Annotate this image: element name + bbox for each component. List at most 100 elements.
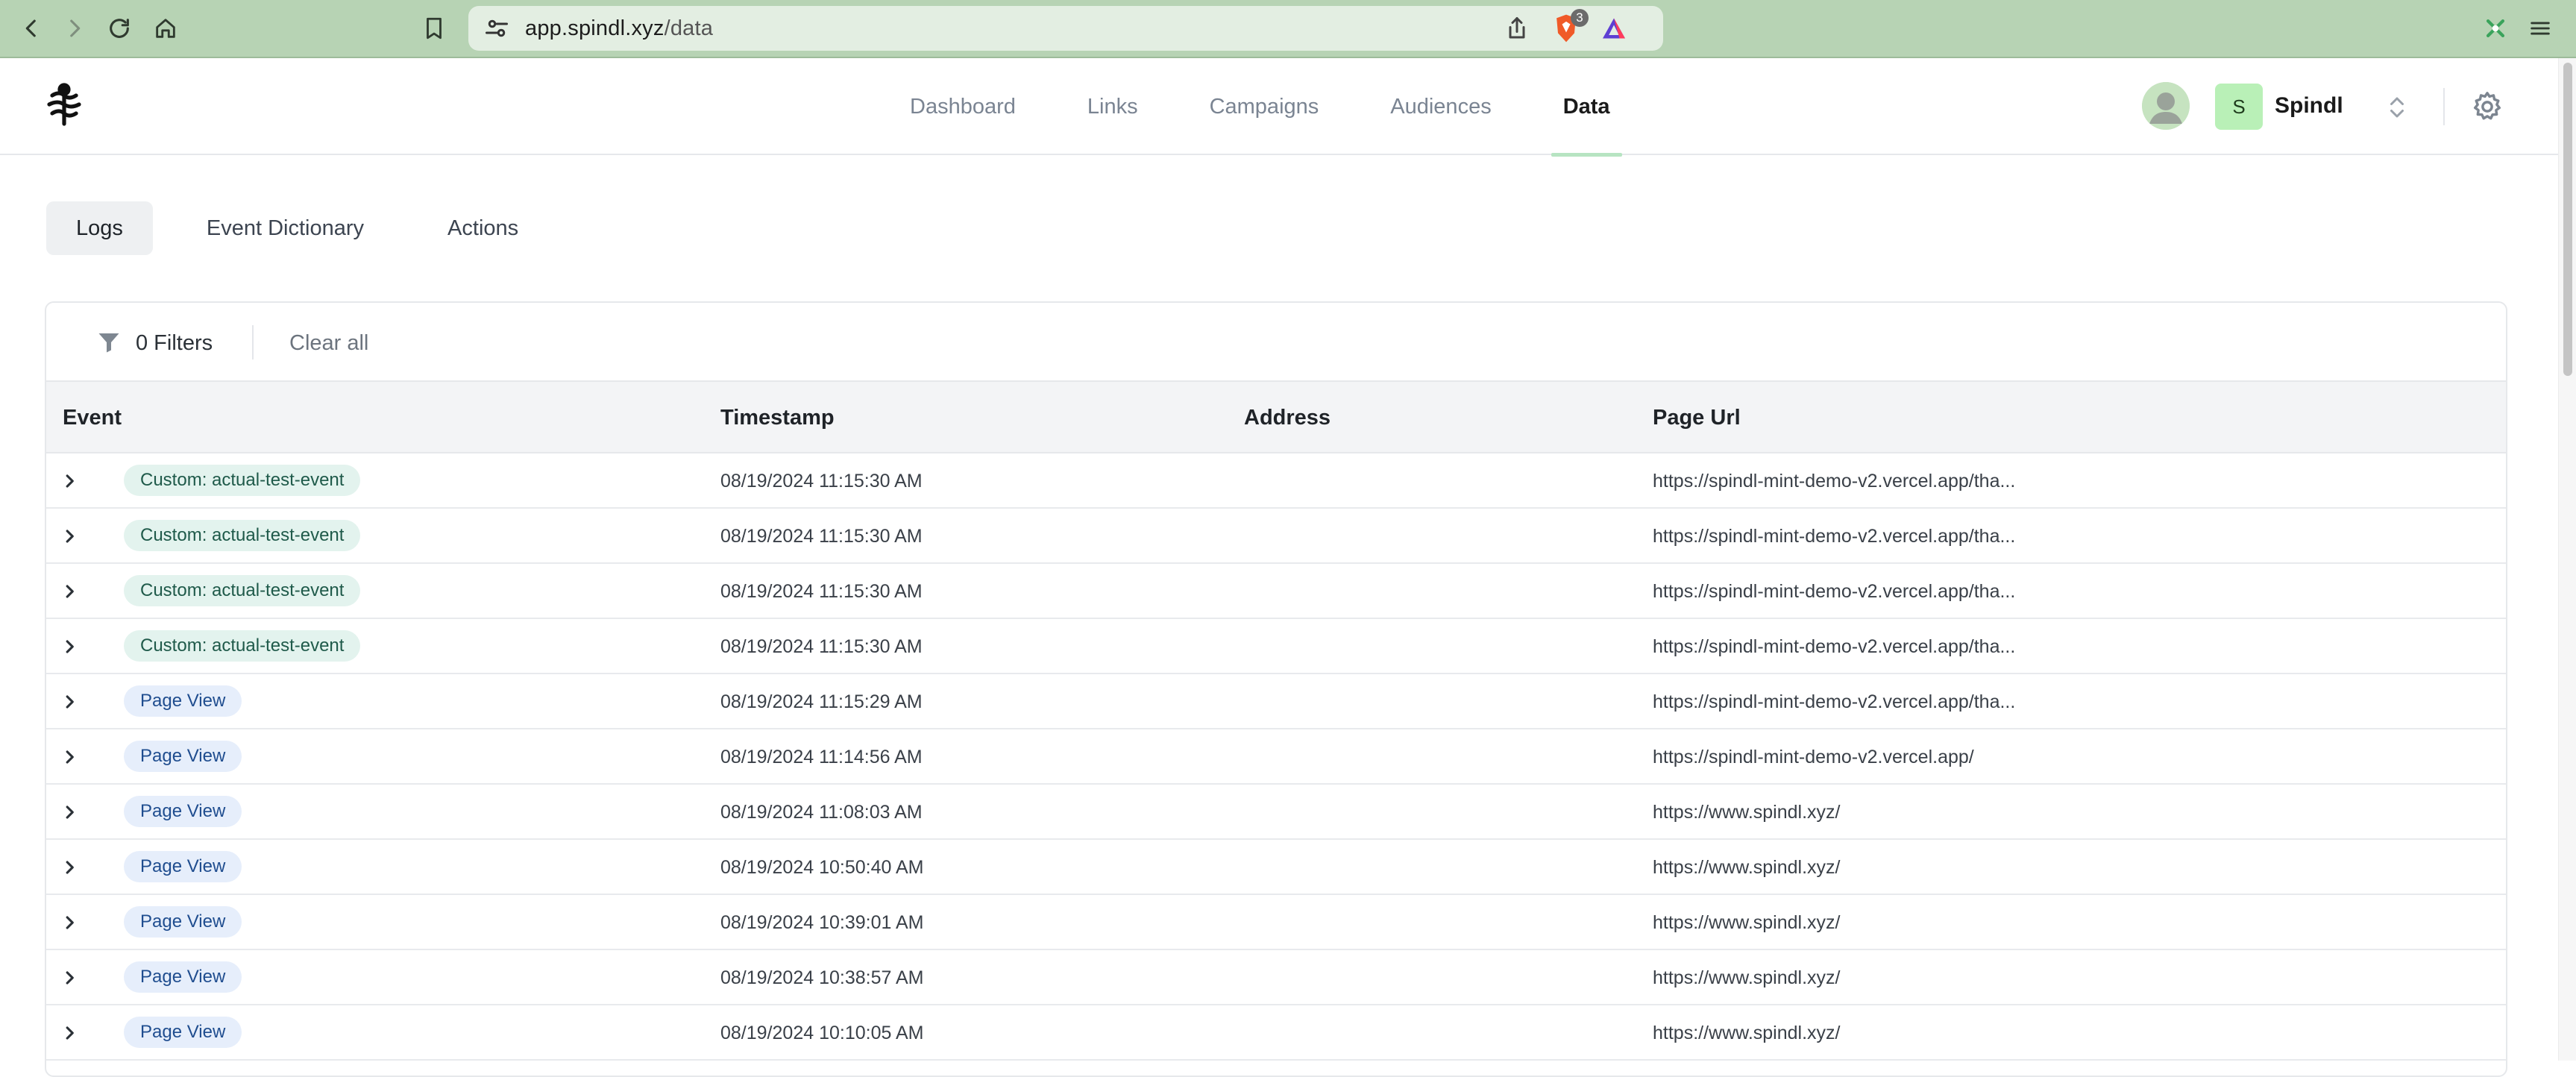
table-row[interactable]: Custom: actual-test-event 08/19/2024 11:1… xyxy=(46,509,2506,564)
reload-icon[interactable] xyxy=(101,10,137,46)
column-header-event[interactable]: Event xyxy=(63,403,122,433)
expand-chevron-icon[interactable] xyxy=(57,689,82,715)
forward-icon[interactable] xyxy=(57,10,92,46)
scrollbar-thumb[interactable] xyxy=(2563,63,2572,376)
timestamp-cell: 08/19/2024 11:15:30 AM xyxy=(720,471,923,492)
table-row[interactable]: Page View 08/19/2024 10:10:05 AM https://w… xyxy=(46,1005,2506,1061)
expand-chevron-icon[interactable] xyxy=(57,800,82,825)
table-row[interactable]: Page View 08/19/2024 10:38:57 AM https://w… xyxy=(46,950,2506,1005)
expand-chevron-icon[interactable] xyxy=(57,744,82,770)
filter-count-button[interactable]: 0 Filters xyxy=(136,330,213,357)
user-avatar[interactable] xyxy=(2142,82,2190,130)
nav-dashboard[interactable]: Dashboard xyxy=(910,58,1016,155)
brave-shields-count: 3 xyxy=(1571,9,1589,27)
app-header: Dashboard Links Campaigns Audiences Data… xyxy=(0,58,2558,157)
expand-chevron-icon[interactable] xyxy=(57,965,82,990)
page-scrollbar[interactable] xyxy=(2558,58,2576,1061)
timestamp-cell: 08/19/2024 11:08:03 AM xyxy=(720,802,923,823)
event-badge: Page View xyxy=(124,741,242,772)
timestamp-cell: 08/19/2024 11:15:30 AM xyxy=(720,636,923,657)
nav-data[interactable]: Data xyxy=(1551,58,1622,157)
timestamp-cell: 08/19/2024 10:38:57 AM xyxy=(720,967,924,988)
timestamp-cell: 08/19/2024 11:15:30 AM xyxy=(720,581,923,602)
timestamp-cell: 08/19/2024 10:39:01 AM xyxy=(720,912,924,933)
url-path: /data xyxy=(664,16,714,40)
url-text: app.spindl.xyz/data xyxy=(525,15,713,42)
event-badge: Page View xyxy=(124,961,242,993)
url-host: app.spindl.xyz xyxy=(525,16,665,40)
menu-icon[interactable] xyxy=(2522,10,2558,46)
settings-gear-icon[interactable] xyxy=(2470,90,2504,124)
table-row[interactable]: Page View 08/19/2024 11:15:29 AM https://s… xyxy=(46,674,2506,729)
column-header-page-url[interactable]: Page Url xyxy=(1653,403,1741,433)
site-settings-icon[interactable] xyxy=(483,15,510,42)
expand-chevron-icon[interactable] xyxy=(57,855,82,880)
org-initial-badge[interactable]: S xyxy=(2215,84,2263,130)
page-url-cell: https://spindl-mint-demo-v2.vercel.app/t… xyxy=(1653,471,2016,492)
page-url-cell: https://spindl-mint-demo-v2.vercel.app/t… xyxy=(1653,581,2016,602)
event-badge: Page View xyxy=(124,1017,242,1048)
share-icon[interactable] xyxy=(1504,15,1530,42)
table-row[interactable]: Custom: actual-test-event 08/19/2024 11:1… xyxy=(46,453,2506,509)
page-url-cell: https://spindl-mint-demo-v2.vercel.app/t… xyxy=(1653,526,2016,547)
page-url-cell: https://spindl-mint-demo-v2.vercel.app/t… xyxy=(1653,691,2016,712)
column-header-address[interactable]: Address xyxy=(1244,403,1331,433)
page-url-cell: https://www.spindl.xyz/ xyxy=(1653,857,1841,878)
table-row[interactable]: Custom: actual-test-event 08/19/2024 11:1… xyxy=(46,564,2506,619)
extension-icon[interactable] xyxy=(2478,10,2513,46)
main-nav: Dashboard Links Campaigns Audiences Data xyxy=(910,58,1682,157)
nav-audiences[interactable]: Audiences xyxy=(1390,58,1491,155)
event-badge: Page View xyxy=(124,906,242,938)
filter-funnel-icon[interactable] xyxy=(95,328,122,357)
expand-chevron-icon[interactable] xyxy=(57,1020,82,1046)
expand-chevron-icon[interactable] xyxy=(57,579,82,604)
event-badge: Page View xyxy=(124,685,242,717)
data-subtabs: Logs Event Dictionary Actions xyxy=(46,201,572,255)
expand-chevron-icon[interactable] xyxy=(57,468,82,494)
address-bar[interactable]: app.spindl.xyz/data 3 xyxy=(468,6,1663,51)
clear-all-button[interactable]: Clear all xyxy=(289,330,368,357)
expand-chevron-icon[interactable] xyxy=(57,634,82,659)
table-row[interactable]: Page View 08/19/2024 11:08:03 AM https://w… xyxy=(46,785,2506,840)
table-row[interactable]: Page View 08/19/2024 11:14:56 AM https://s… xyxy=(46,729,2506,785)
table-row[interactable]: Page View 08/19/2024 10:50:40 AM https://w… xyxy=(46,840,2506,895)
expand-chevron-icon[interactable] xyxy=(57,910,82,935)
tab-logs[interactable]: Logs xyxy=(46,201,153,255)
table-body: Custom: actual-test-event 08/19/2024 11:1… xyxy=(46,453,2506,1061)
filter-bar: 0 Filters Clear all xyxy=(46,303,2506,382)
page-url-cell: https://www.spindl.xyz/ xyxy=(1653,912,1841,933)
browser-toolbar: app.spindl.xyz/data 3 xyxy=(0,0,2576,58)
event-badge: Custom: actual-test-event xyxy=(124,575,361,606)
event-badge: Custom: actual-test-event xyxy=(124,465,361,496)
tab-actions[interactable]: Actions xyxy=(418,201,548,255)
spindl-logo-icon[interactable] xyxy=(40,81,88,128)
column-header-timestamp[interactable]: Timestamp xyxy=(720,403,835,433)
page-url-cell: https://spindl-mint-demo-v2.vercel.app/ xyxy=(1653,747,1974,767)
event-badge: Page View xyxy=(124,851,242,882)
filter-divider xyxy=(252,325,254,359)
table-header: Event Timestamp Address Page Url xyxy=(46,382,2506,453)
home-icon[interactable] xyxy=(148,10,183,46)
logs-card: 0 Filters Clear all Event Timestamp Addr… xyxy=(45,301,2507,1077)
org-switcher-icon[interactable] xyxy=(2384,91,2410,124)
back-icon[interactable] xyxy=(13,10,49,46)
org-name[interactable]: Spindl xyxy=(2275,91,2343,121)
timestamp-cell: 08/19/2024 11:15:29 AM xyxy=(720,691,923,712)
page-url-cell: https://www.spindl.xyz/ xyxy=(1653,1023,1841,1043)
table-row[interactable]: Custom: actual-test-event 08/19/2024 11:1… xyxy=(46,619,2506,674)
nav-campaigns[interactable]: Campaigns xyxy=(1210,58,1319,155)
nav-links[interactable]: Links xyxy=(1087,58,1138,155)
timestamp-cell: 08/19/2024 11:15:30 AM xyxy=(720,526,923,547)
event-badge: Custom: actual-test-event xyxy=(124,520,361,551)
timestamp-cell: 08/19/2024 10:10:05 AM xyxy=(720,1023,924,1043)
brave-rewards-icon[interactable] xyxy=(1599,15,1629,42)
page-url-cell: https://www.spindl.xyz/ xyxy=(1653,802,1841,823)
tab-event-dictionary[interactable]: Event Dictionary xyxy=(177,201,394,255)
timestamp-cell: 08/19/2024 11:14:56 AM xyxy=(720,747,923,767)
table-row[interactable]: Page View 08/19/2024 10:39:01 AM https://w… xyxy=(46,895,2506,950)
timestamp-cell: 08/19/2024 10:50:40 AM xyxy=(720,857,924,878)
expand-chevron-icon[interactable] xyxy=(57,524,82,549)
event-badge: Page View xyxy=(124,796,242,827)
page-url-cell: https://spindl-mint-demo-v2.vercel.app/t… xyxy=(1653,636,2016,657)
bookmark-icon[interactable] xyxy=(416,10,452,46)
